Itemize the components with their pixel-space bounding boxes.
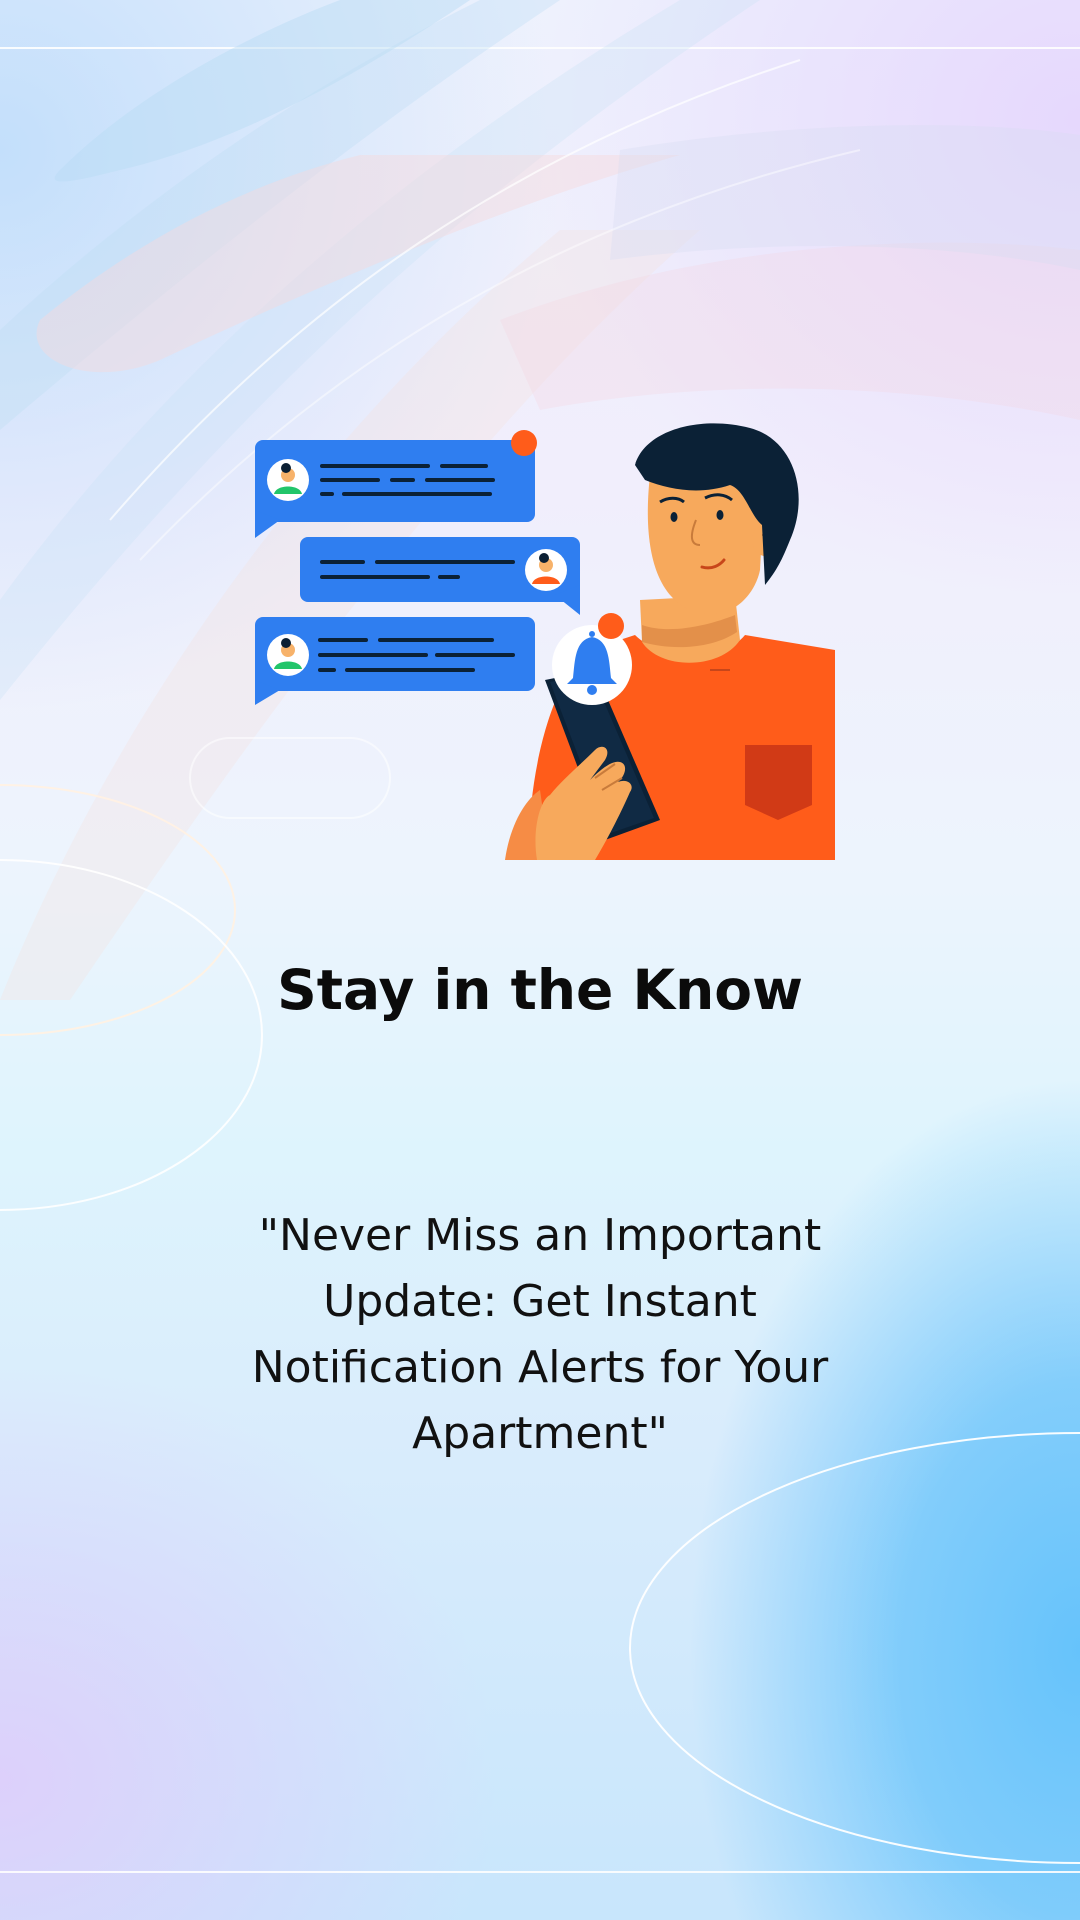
bell-icon <box>552 613 632 705</box>
tagline-quote: "Never Miss an Important Update: Get Ins… <box>251 1210 829 1459</box>
chat-bubble-icon <box>255 617 535 705</box>
page-title: Stay in the Know <box>277 958 803 1022</box>
onboarding-screen: Stay in the Know "Never Miss an Importan… <box>0 0 1080 1920</box>
person-holding-phone-icon <box>505 423 835 860</box>
chat-bubble-icon <box>255 430 537 538</box>
notification-illustration <box>255 423 835 860</box>
chat-bubble-icon <box>300 537 580 615</box>
